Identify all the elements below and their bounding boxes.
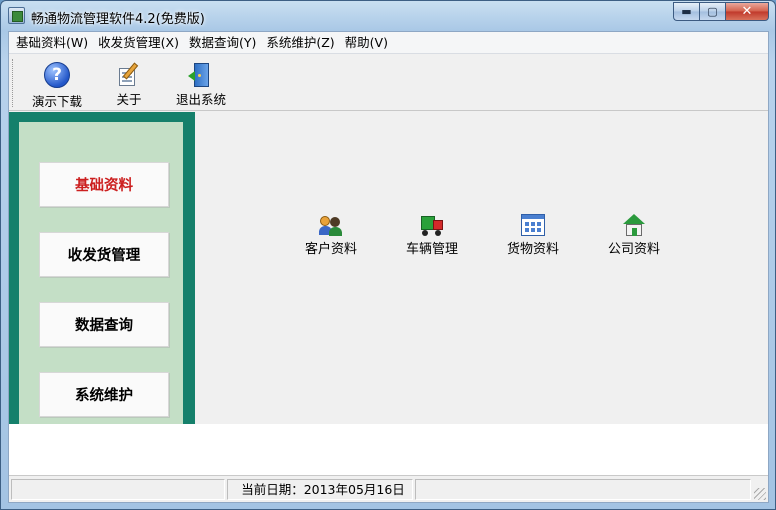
module-customers[interactable]: 客户资料 — [291, 214, 371, 257]
module-goods-label: 货物资料 — [506, 242, 559, 257]
current-date-text: 当前日期：2013年05月16日 — [241, 482, 405, 497]
nav-panel-inner: 基础资料 收发货管理 数据查询 系统维护 — [19, 122, 183, 424]
truck-icon — [420, 214, 444, 236]
workspace-background — [9, 424, 768, 475]
status-bar: 当前日期：2013年05月16日 — [9, 475, 768, 502]
goods-icon — [521, 214, 545, 236]
menu-basic-data[interactable]: 基础资料(W) — [11, 33, 93, 53]
close-button[interactable]: ✕ — [725, 2, 769, 21]
resize-grip[interactable] — [754, 488, 766, 500]
close-icon: ✕ — [741, 4, 753, 19]
menu-data-query[interactable]: 数据查询(Y) — [184, 33, 261, 53]
menu-bar: 基础资料(W) 收发货管理(X) 数据查询(Y) 系统维护(Z) 帮助(V) — [9, 32, 768, 54]
exit-door-icon — [188, 62, 214, 87]
nav-data-query-button[interactable]: 数据查询 — [39, 302, 169, 347]
company-icon — [622, 214, 646, 236]
customers-icon — [319, 214, 343, 236]
menu-system-maintenance[interactable]: 系统维护(Z) — [261, 33, 339, 53]
nav-panel: 基础资料 收发货管理 数据查询 系统维护 — [9, 112, 195, 424]
app-window: 畅通物流管理软件4.2(免费版) ▬ ▢ ✕ 基础资料(W) 收发货管理(X) … — [0, 0, 776, 510]
toolbar: ? 演示下载 关于 退出系统 — [9, 55, 768, 111]
nav-basic-data-button[interactable]: 基础资料 — [39, 162, 169, 207]
menu-shipping-management[interactable]: 收发货管理(X) — [93, 33, 184, 53]
about-button[interactable]: 关于 — [105, 58, 153, 108]
window-controls: ▬ ▢ ✕ — [673, 2, 769, 21]
about-label: 关于 — [116, 92, 142, 107]
nav-shipping-management-button[interactable]: 收发货管理 — [39, 232, 169, 277]
module-area: 客户资料 车辆管理 货物资料 公司资料 — [195, 112, 768, 424]
exit-system-label: 退出系统 — [175, 92, 226, 107]
minimize-icon: ▬ — [681, 5, 692, 18]
module-goods[interactable]: 货物资料 — [493, 214, 573, 257]
maximize-button[interactable]: ▢ — [699, 2, 725, 21]
module-vehicles-label: 车辆管理 — [405, 242, 458, 257]
module-company[interactable]: 公司资料 — [594, 214, 674, 257]
module-company-label: 公司资料 — [607, 242, 660, 257]
menu-help[interactable]: 帮助(V) — [340, 33, 393, 53]
demo-download-button[interactable]: ? 演示下载 — [25, 58, 89, 109]
minimize-button[interactable]: ▬ — [673, 2, 699, 21]
maximize-icon: ▢ — [707, 5, 718, 18]
window-title: 畅通物流管理软件4.2(免费版) — [31, 12, 205, 27]
client-area: 基础资料(W) 收发货管理(X) 数据查询(Y) 系统维护(Z) 帮助(V) ?… — [8, 31, 769, 503]
title-bar[interactable]: 畅通物流管理软件4.2(免费版) ▬ ▢ ✕ — [1, 1, 775, 31]
app-icon[interactable] — [8, 7, 25, 24]
toolbar-grip[interactable] — [12, 59, 15, 107]
module-customers-label: 客户资料 — [304, 242, 357, 257]
module-vehicles[interactable]: 车辆管理 — [392, 214, 472, 257]
exit-system-button[interactable]: 退出系统 — [169, 58, 233, 108]
work-area: 基础资料 收发货管理 数据查询 系统维护 客户资料 车辆管理 货物资料 公司资料 — [9, 112, 768, 424]
help-icon: ? — [44, 62, 70, 88]
demo-download-label: 演示下载 — [31, 94, 82, 109]
about-icon — [116, 62, 142, 86]
nav-system-maintenance-button[interactable]: 系统维护 — [39, 372, 169, 417]
status-cell-right — [415, 479, 751, 500]
status-cell-left — [11, 479, 225, 500]
